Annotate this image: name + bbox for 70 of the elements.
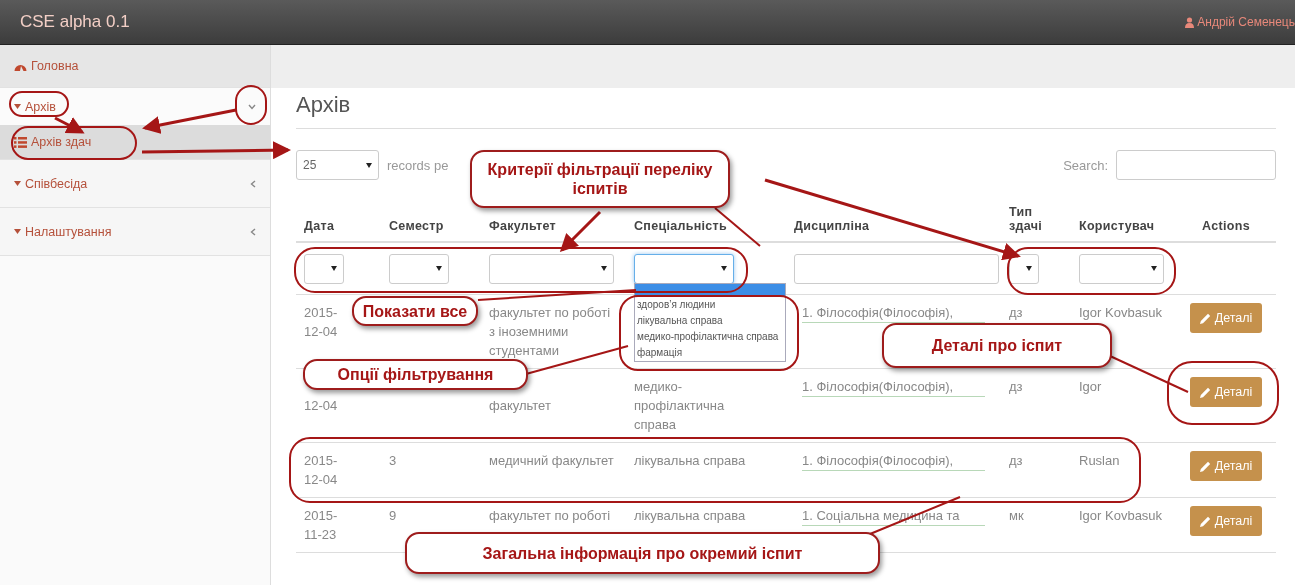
search-field[interactable] [1116, 150, 1276, 180]
pencil-icon [1199, 460, 1211, 472]
discipline-link[interactable]: 1. Філософія(Філософія), [802, 377, 985, 397]
column-header[interactable]: Спеціальність [626, 219, 786, 241]
column-header[interactable]: Семестр [381, 219, 481, 241]
table-cell: факультет по роботі з іноземними студентами [489, 305, 611, 358]
table-cell: Igor [1079, 379, 1102, 394]
table-cell: дз [1009, 379, 1023, 394]
table-cell-text: лікувальна справа [634, 452, 747, 470]
pencil-icon [1199, 515, 1211, 527]
pencil-icon [1199, 312, 1211, 324]
dropdown-arrow-icon [1026, 266, 1032, 271]
table-cell: 3 [389, 453, 397, 468]
column-header[interactable]: Тип здачі [1001, 205, 1071, 241]
filter-field[interactable] [794, 253, 999, 284]
table-cell-text: лікувальна справа [634, 507, 747, 525]
table-cell-text: 2015-12-04 [304, 452, 339, 489]
dropdown-arrow-icon [436, 266, 442, 271]
table-cell: Ruslan [1079, 453, 1120, 468]
table-cell-text: 2015-11-23 [304, 507, 339, 544]
callout: Опції фільтрування [303, 359, 528, 390]
page-size-label: records pe [387, 157, 449, 173]
discipline-link[interactable]: 1. Філософія(Філософія), [802, 451, 985, 471]
table-cell: дз [1009, 453, 1023, 468]
dropdown-option[interactable]: медико-профілактична справа [635, 328, 785, 345]
table-cell: факультет [489, 398, 551, 413]
column-header[interactable]: Факультет [481, 219, 626, 241]
dropdown-option[interactable]: здоров’я людини [635, 296, 785, 313]
callout: Загальна інформація про окремий іспит [405, 532, 880, 574]
page-size-select[interactable]: 25 [296, 150, 379, 180]
table-cell-text: медико-профілактична справа [634, 378, 726, 434]
person-icon [1185, 16, 1195, 28]
filter-select[interactable] [1009, 253, 1039, 284]
callout: Деталі про іспит [882, 323, 1112, 368]
table-cell: Igor Kovbasuk [1079, 305, 1163, 320]
page-title: Архів [296, 92, 1276, 129]
arrow [559, 210, 602, 253]
dropdown-option[interactable]: лікувальна справа [635, 312, 785, 329]
callout: Критерії фільтрації переліку іспитів [470, 150, 730, 208]
table-cell: дз [1009, 305, 1023, 320]
table-cell: Igor Kovbasuk [1079, 508, 1163, 523]
table-cell: мк [1009, 508, 1024, 523]
dropdown-arrow-icon [366, 162, 372, 168]
dropdown-arrow-icon [601, 266, 607, 271]
table-cell-text: 2015-12-04 [304, 304, 339, 341]
dropdown-arrow-icon [331, 266, 337, 271]
sidebar-item[interactable]: Головна [0, 45, 270, 88]
pencil-icon [1199, 386, 1211, 398]
callout: Показати все [352, 296, 478, 326]
table-cell: медичний факультет [489, 453, 614, 468]
table-cell-text: 12-04 [304, 397, 339, 415]
sidebar-item[interactable]: Налаштування [0, 208, 270, 256]
column-header[interactable]: Користувач [1071, 219, 1176, 241]
dropdown-arrow-icon [1151, 266, 1157, 271]
search-label: Search: [1063, 157, 1108, 173]
column-header[interactable]: Дата [296, 219, 381, 241]
column-header[interactable]: Actions [1176, 219, 1276, 241]
table-cell: 9 [389, 508, 397, 523]
sidebar-item[interactable]: Співбесіда [0, 160, 270, 208]
caret-icon [14, 229, 21, 234]
dropdown-arrow-icon [721, 266, 727, 271]
column-header[interactable]: Дисципліна [786, 219, 1001, 241]
list-icon [14, 136, 27, 148]
app-title[interactable]: CSE alpha 0.1 [20, 12, 130, 32]
user-name[interactable]: Андрій Семенець [1197, 15, 1295, 29]
caret-icon [14, 104, 21, 109]
dropdown-option[interactable]: фармація [635, 344, 785, 361]
caret-icon [14, 181, 21, 186]
arrow [54, 116, 85, 134]
table-cell: факультет по роботі [489, 508, 611, 523]
